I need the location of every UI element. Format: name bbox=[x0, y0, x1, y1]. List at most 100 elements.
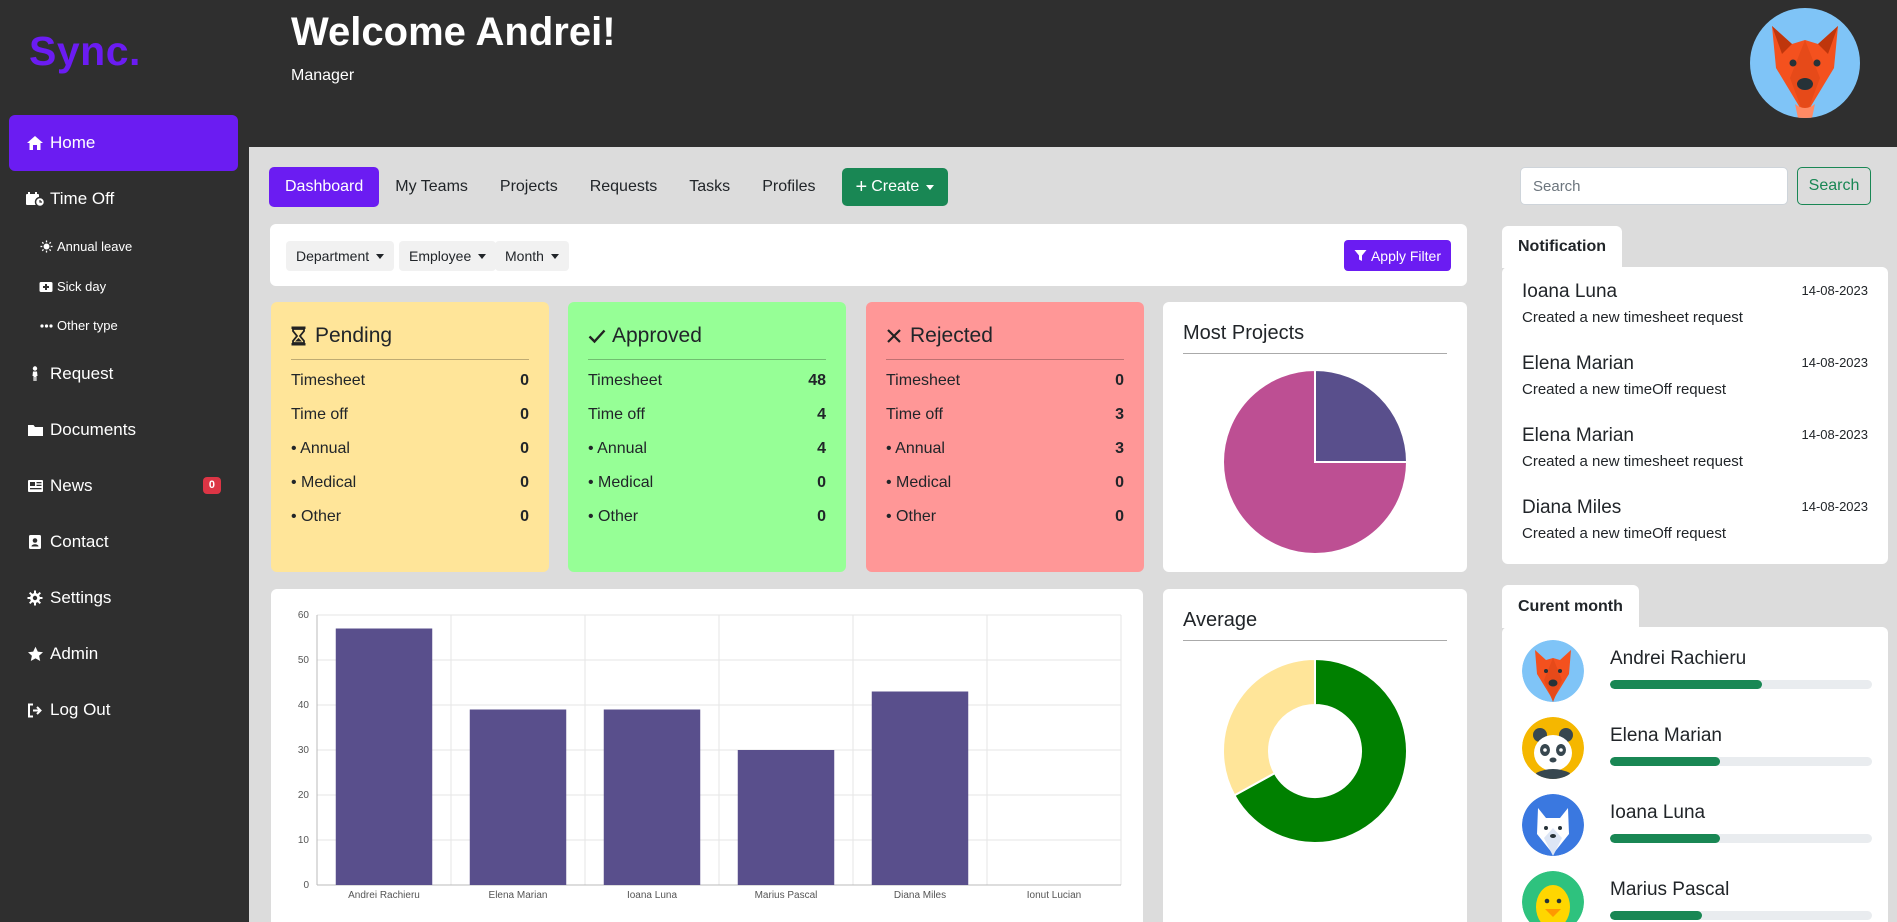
progress-bar bbox=[1610, 757, 1872, 766]
sidebar-item-time-off[interactable]: Time Off bbox=[9, 171, 238, 227]
approved-rows: Timesheet 48 Time off 4 • Annual 4 • Medica… bbox=[588, 360, 826, 534]
current-month-tab[interactable]: Curent month bbox=[1502, 585, 1639, 628]
sidebar-subitem-label: Annual leave bbox=[57, 239, 133, 254]
tab-requests[interactable]: Requests bbox=[574, 167, 674, 207]
user-avatar[interactable] bbox=[1750, 8, 1860, 118]
stat-row: Timesheet 0 bbox=[291, 364, 529, 398]
hours-bar-chart-card: 0 10 20 30 40 50 60 Andrei Rachieru Elena Marian… bbox=[271, 589, 1143, 922]
tab-projects[interactable]: Projects bbox=[484, 167, 574, 207]
chevron-down-icon bbox=[550, 253, 559, 259]
notification-date: 14-08-2023 bbox=[1801, 427, 1869, 442]
pie-slice[interactable] bbox=[1314, 368, 1409, 463]
stat-value: 0 bbox=[520, 474, 529, 491]
sidebar-item-request[interactable]: Request bbox=[9, 346, 238, 402]
stat-value: 4 bbox=[817, 406, 826, 423]
x-tick-label: Marius Pascal bbox=[755, 890, 818, 901]
sidebar-item-label: Documents bbox=[50, 420, 136, 439]
notification-date: 14-08-2023 bbox=[1801, 355, 1869, 370]
filter-bar: Department Employee Month Apply Filter bbox=[270, 224, 1467, 286]
employee-name: Andrei Rachieru bbox=[1610, 648, 1747, 669]
tab-tasks[interactable]: Tasks bbox=[673, 167, 746, 207]
stat-label: • Medical bbox=[291, 474, 357, 491]
page-title: Welcome Andrei! bbox=[291, 10, 616, 54]
hours-bar-chart: 0 10 20 30 40 50 60 Andrei Rachieru Elena Marian… bbox=[298, 610, 1122, 901]
avatar bbox=[1522, 717, 1584, 779]
notification-item[interactable]: Ioana Luna 14-08-2023 Created a new time… bbox=[1522, 281, 1868, 326]
sidebar: Sync. Home Time Off Annual leave Sick da… bbox=[0, 0, 249, 922]
tab-dashboard[interactable]: Dashboard bbox=[269, 167, 380, 207]
sidebar-subitem-sick-day[interactable]: Sick day bbox=[39, 279, 106, 294]
bar[interactable] bbox=[737, 750, 835, 885]
average-card: Average bbox=[1163, 589, 1467, 922]
stat-label: Timesheet bbox=[588, 372, 663, 389]
person-walking-icon bbox=[25, 365, 45, 383]
stat-row: • Other 0 bbox=[588, 500, 826, 534]
notification-tab[interactable]: Notification bbox=[1502, 226, 1622, 268]
bar[interactable] bbox=[335, 628, 433, 886]
stat-row: Time off 4 bbox=[588, 398, 826, 432]
y-tick-label: 0 bbox=[303, 880, 309, 891]
rejected-card: Rejected Timesheet 0 Time off 3 • Annual 3 … bbox=[866, 302, 1144, 572]
y-tick-label: 40 bbox=[298, 700, 310, 711]
search-input[interactable] bbox=[1520, 167, 1788, 205]
tab-profiles[interactable]: Profiles bbox=[746, 167, 831, 207]
sidebar-item-logout[interactable]: Log Out bbox=[9, 682, 238, 738]
notification-item[interactable]: Diana Miles 14-08-2023 Created a new tim… bbox=[1522, 497, 1868, 542]
sidebar-item-settings[interactable]: Settings bbox=[9, 570, 238, 626]
employee-row[interactable]: Marius Pascal bbox=[1522, 871, 1872, 922]
bar[interactable] bbox=[469, 709, 567, 886]
y-tick-label: 20 bbox=[298, 790, 310, 801]
logout-icon bbox=[25, 701, 45, 719]
chevron-down-icon bbox=[926, 184, 935, 190]
pending-card: Pending Timesheet 0 Time off 0 • Annual 0 •… bbox=[271, 302, 549, 572]
month-dropdown[interactable]: Month bbox=[495, 241, 569, 271]
apply-filter-button[interactable]: Apply Filter bbox=[1343, 240, 1451, 271]
sidebar-item-news[interactable]: News 0 bbox=[9, 458, 238, 514]
news-count-badge: 0 bbox=[202, 477, 221, 494]
notification-item[interactable]: Elena Marian 14-08-2023 Created a new ti… bbox=[1522, 353, 1868, 398]
rejected-title: Rejected bbox=[886, 320, 1124, 360]
donut-segment[interactable] bbox=[1222, 657, 1316, 797]
stat-value: 0 bbox=[520, 440, 529, 457]
employee-row[interactable]: Elena Marian bbox=[1522, 717, 1872, 779]
department-dropdown[interactable]: Department bbox=[286, 241, 395, 271]
y-tick-label: 10 bbox=[298, 835, 310, 846]
notification-item[interactable]: Elena Marian 14-08-2023 Created a new ti… bbox=[1522, 425, 1868, 470]
avatar bbox=[1522, 871, 1584, 922]
employee-name: Elena Marian bbox=[1610, 725, 1722, 746]
brand-logo[interactable]: Sync. bbox=[29, 28, 141, 75]
notification-panel: Ioana Luna 14-08-2023 Created a new time… bbox=[1502, 267, 1888, 564]
bar[interactable] bbox=[603, 709, 701, 886]
sidebar-subitem-other-type[interactable]: Other type bbox=[39, 318, 118, 333]
create-dropdown-button[interactable]: + Create bbox=[841, 168, 949, 206]
stat-value: 0 bbox=[817, 508, 826, 525]
sidebar-item-documents[interactable]: Documents bbox=[9, 402, 238, 458]
stat-row: Timesheet 0 bbox=[886, 364, 1124, 398]
x-tick-label: Elena Marian bbox=[489, 890, 548, 901]
bar[interactable] bbox=[871, 691, 969, 886]
sidebar-item-label: Admin bbox=[50, 644, 99, 663]
current-month-panel: Andrei Rachieru Elena Marian Ioana Luna … bbox=[1502, 627, 1888, 922]
y-tick-label: 30 bbox=[298, 745, 310, 756]
employee-dropdown[interactable]: Employee bbox=[399, 241, 497, 271]
chevron-down-icon bbox=[478, 253, 487, 259]
sidebar-item-label: Settings bbox=[50, 588, 112, 607]
sidebar-subitem-annual-leave[interactable]: Annual leave bbox=[39, 239, 132, 254]
stat-label: Time off bbox=[291, 406, 348, 423]
sidebar-item-contact[interactable]: Contact bbox=[9, 514, 238, 570]
approved-label: Approved bbox=[612, 323, 702, 347]
tab-my-teams[interactable]: My Teams bbox=[379, 167, 484, 207]
address-book-icon bbox=[25, 533, 45, 551]
notification-date: 14-08-2023 bbox=[1801, 283, 1869, 298]
stat-row: Time off 3 bbox=[886, 398, 1124, 432]
employee-row[interactable]: Andrei Rachieru bbox=[1522, 640, 1872, 702]
ellipsis-icon bbox=[39, 319, 53, 333]
progress-bar-fill bbox=[1610, 834, 1721, 843]
sidebar-item-admin[interactable]: Admin bbox=[9, 626, 238, 682]
check-icon bbox=[588, 325, 606, 347]
employee-row[interactable]: Ioana Luna bbox=[1522, 794, 1872, 856]
search-button[interactable]: Search bbox=[1797, 167, 1871, 205]
sidebar-item-home[interactable]: Home bbox=[9, 115, 238, 171]
top-header: Welcome Andrei! Manager bbox=[249, 0, 1897, 147]
pending-label: Pending bbox=[315, 323, 393, 347]
